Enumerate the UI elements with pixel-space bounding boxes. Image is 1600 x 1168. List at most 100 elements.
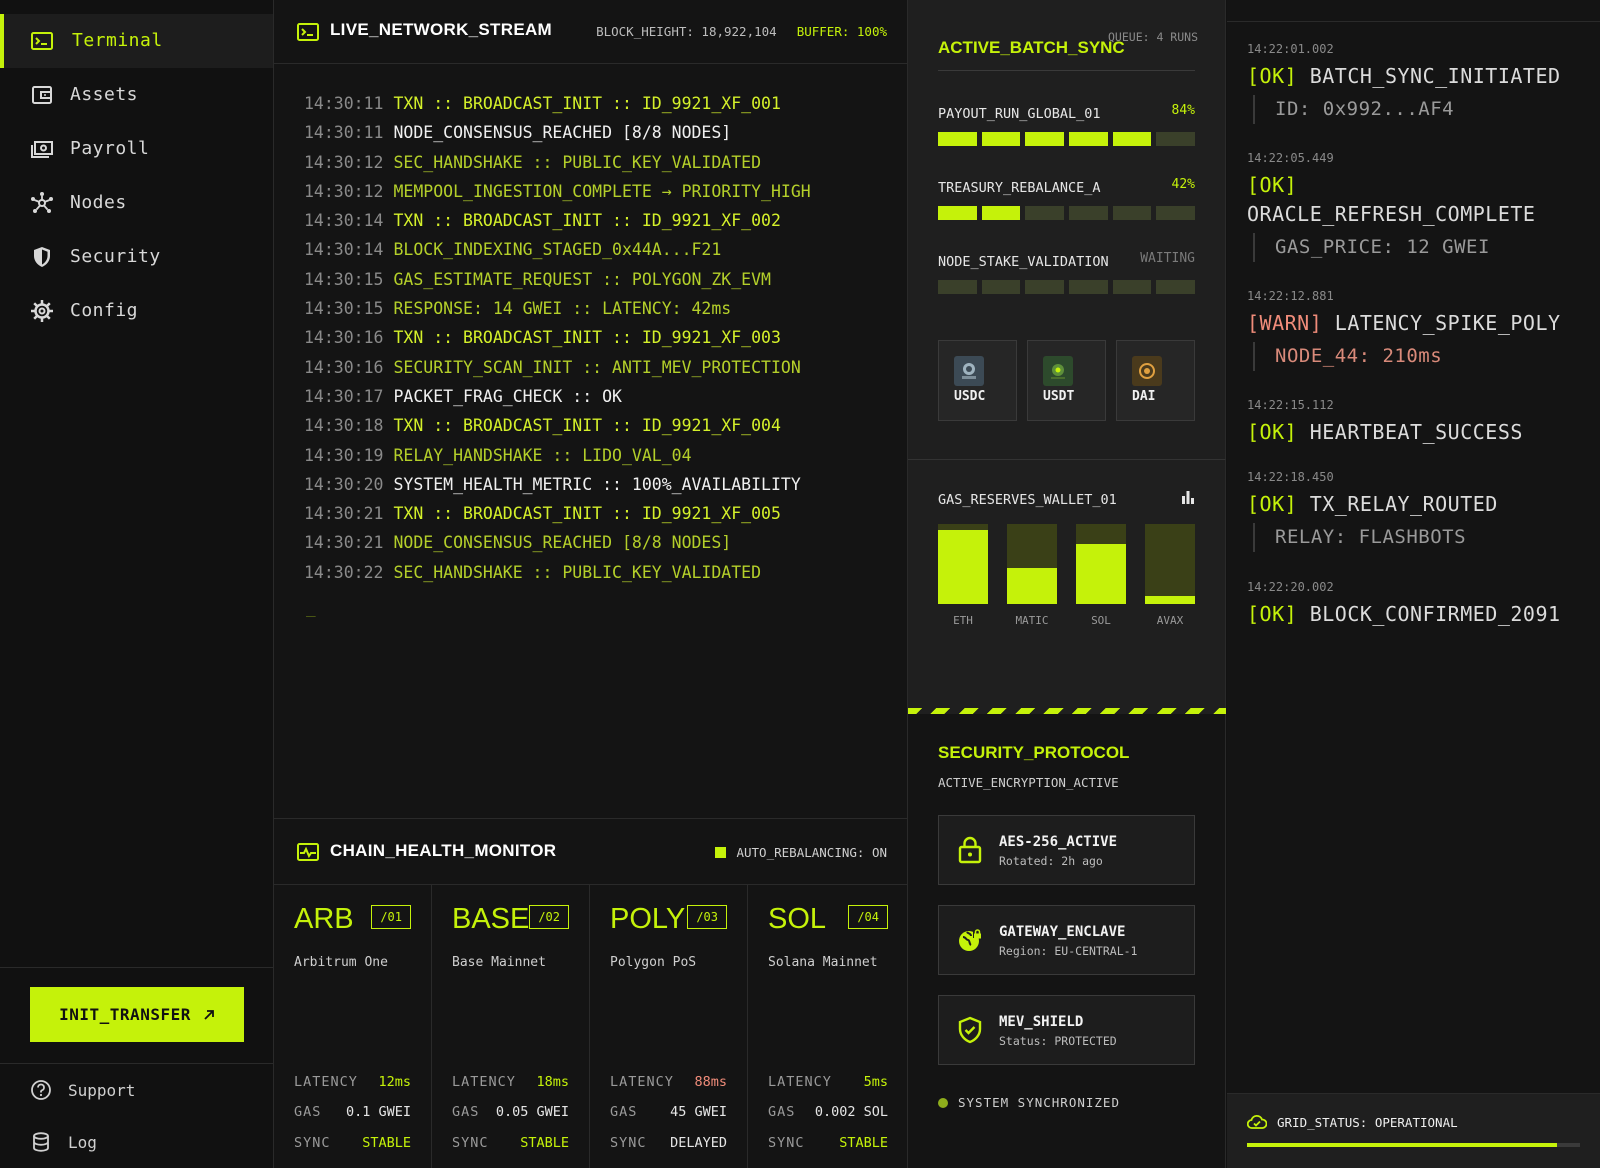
security-card-mev[interactable]: MEV_SHIELD Status: PROTECTED: [938, 995, 1195, 1065]
batch-run[interactable]: PAYOUT_RUN_GLOBAL_01 84%: [938, 103, 1196, 147]
sidebar-item-nodes[interactable]: Nodes: [0, 176, 273, 230]
cloud-check-icon: [1247, 1114, 1267, 1129]
sidebar-divider: [0, 1063, 273, 1064]
chain-sync-value: STABLE: [362, 1135, 411, 1151]
coin-usdt[interactable]: USDT: [1027, 340, 1106, 421]
gas-bar-eth: [938, 524, 988, 604]
log-timestamp: 14:30:17: [304, 386, 384, 406]
chain-card-poly[interactable]: POLY/03 Polygon PoS LATENCY 88ms GAS 45 GWEI S…: [590, 885, 748, 1168]
chain-index-badge: /01: [371, 905, 411, 929]
sidebar-item-assets[interactable]: Assets: [0, 68, 273, 122]
progress-segment: [1156, 132, 1196, 146]
chain-gas-row: GAS 0.1 GWEI: [294, 1104, 411, 1120]
log-message: TXN :: BROADCAST_INIT :: ID_9921_XF_001: [393, 94, 781, 113]
sidebar-item-security[interactable]: Security: [0, 230, 273, 284]
security-card-aes[interactable]: AES-256_ACTIVE Rotated: 2h ago: [938, 815, 1195, 885]
event-level-tag: [OK]: [1247, 64, 1298, 88]
log-line: 14:30:17 PACKET_FRAG_CHECK :: OK: [304, 387, 897, 416]
event-level-tag: [WARN]: [1247, 311, 1323, 335]
events-log-panel: 14:22:01.002 [OK] BATCH_SYNC_INITIATED ID:…: [1227, 0, 1600, 1168]
log-message: SYSTEM_HEALTH_METRIC :: 100%_AVAILABILIT…: [393, 474, 801, 494]
coin-dai[interactable]: DAI: [1116, 340, 1195, 421]
chain-gas-value: 0.1 GWEI: [345, 1104, 411, 1120]
progress-segment: [1156, 280, 1196, 294]
chain-gas-row: GAS 0.002 SOL: [768, 1104, 888, 1120]
log-message: NODE_CONSENSUS_REACHED [8/8 NODES]: [393, 533, 732, 553]
log-timestamp: 14:30:14: [304, 211, 384, 231]
terminal-icon: [31, 32, 53, 50]
log-message: NODE_CONSENSUS_REACHED [8/8 NODES]: [393, 123, 732, 143]
terminal-icon: [297, 23, 319, 41]
log-link[interactable]: Log: [30, 1129, 97, 1155]
log-message: RESPONSE: 14 GWEI :: LATENCY: 42ms: [393, 299, 732, 319]
chain-card-sol[interactable]: SOL/04 Solana Mainnet LATENCY 5ms GAS 0.002 S…: [748, 885, 908, 1168]
progress-segment: [938, 280, 977, 294]
log-line: 14:30:21 TXN :: BROADCAST_INIT :: ID_9921…: [304, 504, 897, 533]
gas-bar-fill: [1007, 568, 1057, 604]
event-message-line: [OK] TX_RELAY_ROUTED: [1247, 490, 1587, 519]
chain-name: Base Mainnet: [452, 955, 546, 970]
init-transfer-button[interactable]: INIT_TRANSFER: [30, 987, 244, 1042]
event-detail: NODE_44: 210ms: [1253, 342, 1587, 371]
log-timestamp: 14:30:11: [304, 94, 384, 113]
batch-run[interactable]: NODE_STAKE_VALIDATION WAITING: [938, 251, 1196, 295]
chain-name: Polygon PoS: [610, 955, 697, 970]
batch-run[interactable]: TREASURY_REBALANCE_A 42%: [938, 177, 1196, 221]
batch-run-status: 42%: [1171, 177, 1195, 192]
log-timestamp: 14:30:19: [304, 445, 384, 465]
log-line: 14:30:15 GAS_ESTIMATE_REQUEST :: POLYGON_…: [304, 270, 897, 299]
log-line: 14:30:12 MEMPOOL_INGESTION_COMPLETE → PRI…: [304, 182, 897, 211]
log-message: TXN :: BROADCAST_INIT :: ID_9921_XF_003: [393, 328, 781, 348]
chain-latency-row: LATENCY 88ms: [610, 1074, 727, 1090]
gas-bar-fill: [938, 530, 988, 604]
log-line: 14:30:19 RELAY_HANDSHAKE :: LIDO_VAL_04: [304, 446, 897, 475]
payments-icon: [31, 141, 53, 158]
chain-health-monitor-panel: CHAIN_HEALTH_MONITOR AUTO_REBALANCING: O…: [274, 818, 908, 1168]
security-subtitle: ACTIVE_ENCRYPTION_ACTIVE: [938, 775, 1119, 790]
chain-latency-row: LATENCY 12ms: [294, 1074, 411, 1090]
bar-chart-icon[interactable]: [1181, 490, 1195, 504]
security-card-gateway[interactable]: GATEWAY_ENCLAVE Region: EU-CENTRAL-1: [938, 905, 1195, 975]
queue-count: QUEUE: 4 RUNS: [1108, 30, 1199, 44]
sidebar-item-terminal[interactable]: Terminal: [0, 14, 273, 68]
log-timestamp: 14:30:16: [304, 357, 384, 377]
batch-progress-bar: [938, 206, 1196, 220]
chain-latency-value: 5ms: [863, 1074, 888, 1090]
support-link[interactable]: Support: [30, 1077, 135, 1103]
health-header: CHAIN_HEALTH_MONITOR AUTO_REBALANCING: O…: [274, 819, 907, 885]
gas-bar-avax: [1145, 524, 1195, 604]
batch-title: ACTIVE_BATCH_SYNC: [938, 38, 1125, 57]
log-timestamp: 14:30:11: [304, 123, 384, 143]
lock-icon: [958, 836, 982, 864]
log-timestamp: 14:30:16: [304, 328, 384, 348]
sidebar-item-payroll[interactable]: Payroll: [0, 122, 273, 176]
chain-index-badge: /04: [848, 905, 888, 929]
batch-run-status: WAITING: [1140, 251, 1195, 266]
gas-reserves-panel: GAS_RESERVES_WALLET_01 ETH MATIC SOL AVAX: [908, 460, 1226, 710]
coin-usdc[interactable]: USDC: [938, 340, 1017, 421]
sidebar-item-config[interactable]: Config: [0, 284, 273, 338]
sidebar-item-label: Assets: [70, 84, 139, 105]
security-card-detail: Rotated: 2h ago: [999, 854, 1103, 868]
batch-divider: [938, 70, 1195, 71]
chain-sync-value: DELAYED: [670, 1135, 727, 1151]
progress-segment: [938, 206, 977, 220]
event-detail: ID: 0x992...AF4: [1253, 95, 1587, 124]
auto-rebalancing-label: AUTO_REBALANCING: ON: [736, 845, 887, 860]
chain-sync-value: STABLE: [520, 1135, 569, 1151]
chain-sync-label: SYNC: [452, 1135, 489, 1151]
chain-latency-row: LATENCY 5ms: [768, 1074, 888, 1090]
chain-card-base[interactable]: BASE/02 Base Mainnet LATENCY 18ms GAS 0.05 GW…: [432, 885, 590, 1168]
gas-bar-label: ETH: [953, 614, 973, 627]
event-message-line: [OK] BATCH_SYNC_INITIATED: [1247, 62, 1587, 91]
batch-progress-bar: [938, 132, 1196, 146]
progress-segment: [1112, 280, 1152, 294]
log-line: 14:30:14 BLOCK_INDEXING_STAGED_0x44A...F2…: [304, 240, 897, 269]
chain-card-arb[interactable]: ARB/01 Arbitrum One LATENCY 12ms GAS 0.1 GWEI…: [274, 885, 432, 1168]
security-card-detail: Region: EU-CENTRAL-1: [999, 944, 1138, 958]
chain-gas-label: GAS: [768, 1104, 796, 1120]
event-message: BATCH_SYNC_INITIATED: [1309, 64, 1561, 88]
database-icon: [33, 1132, 49, 1152]
event-timestamp: 14:22:18.450: [1247, 470, 1334, 484]
chain-gas-value: 0.05 GWEI: [495, 1104, 569, 1120]
